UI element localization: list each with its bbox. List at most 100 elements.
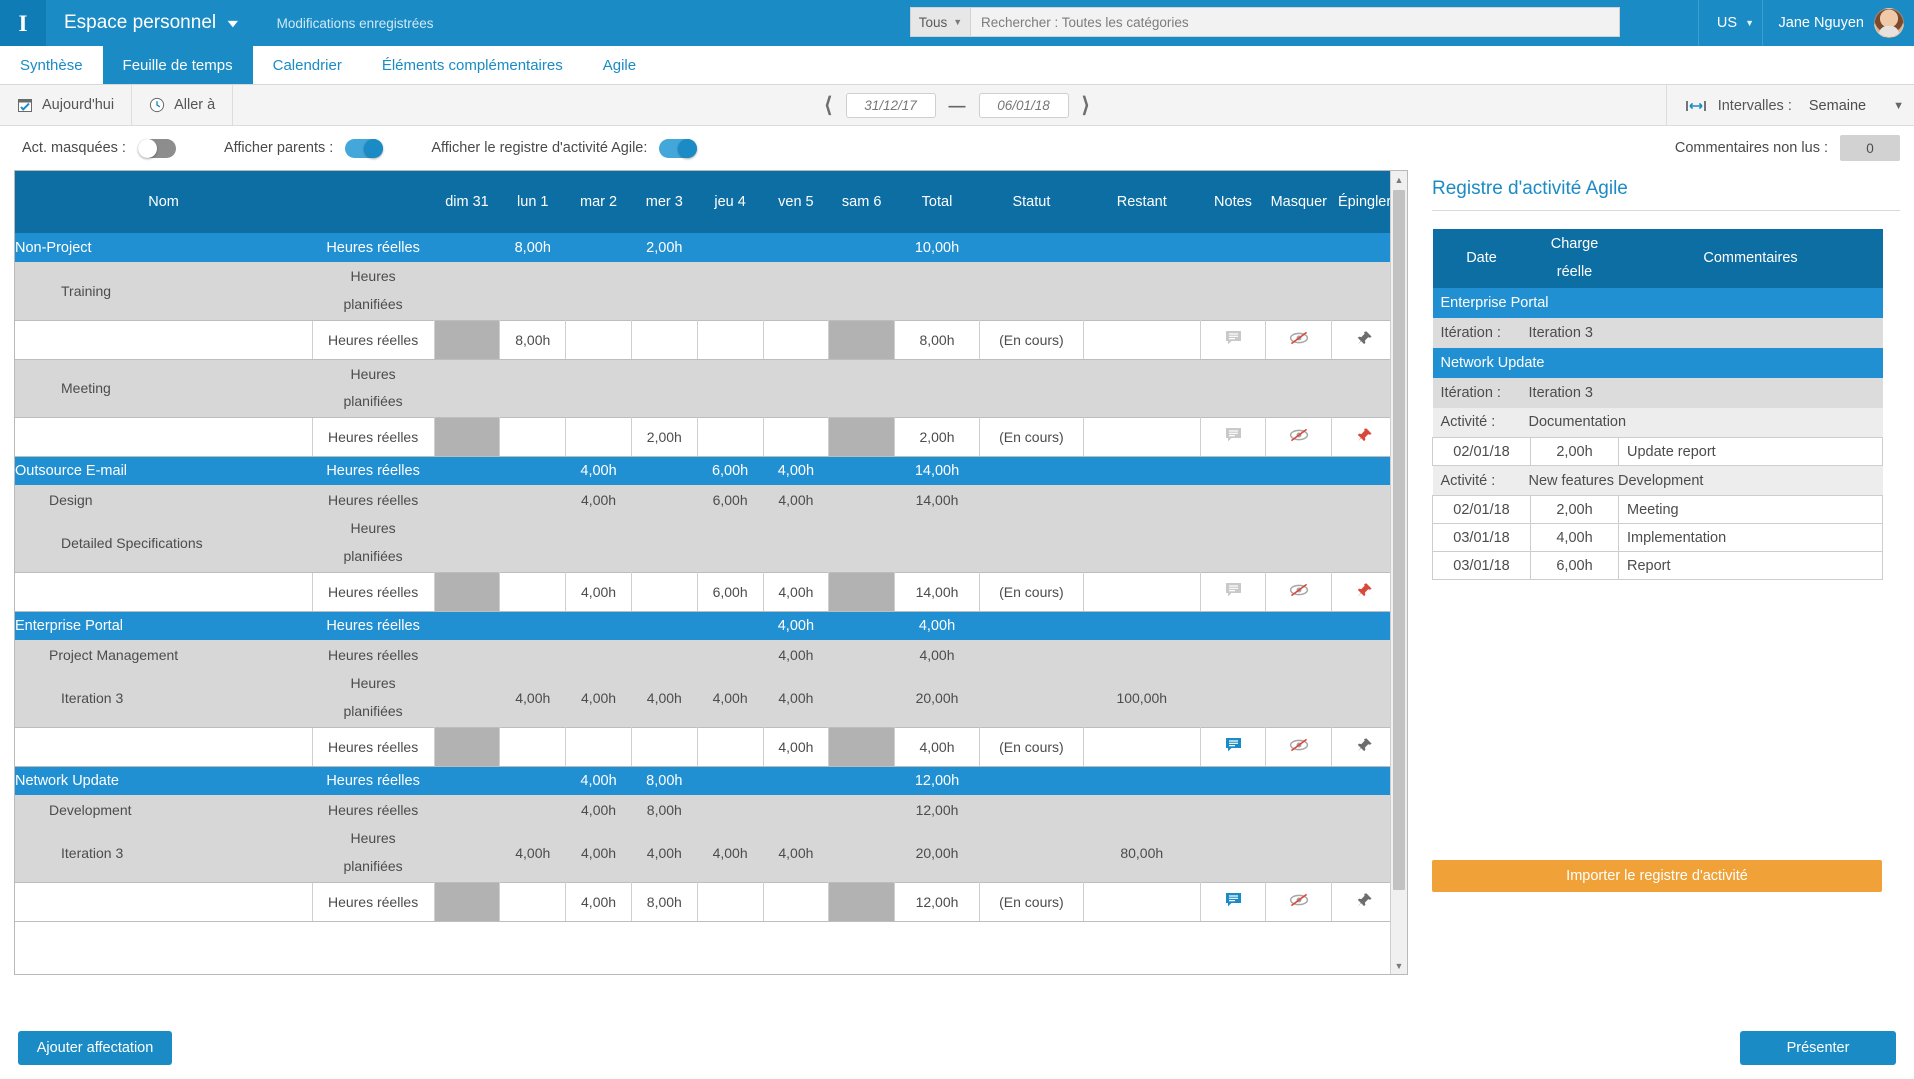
grid-vertical-scrollbar[interactable]: ▲ ▼ <box>1390 171 1407 974</box>
search-category-select[interactable]: Tous ▼ <box>910 7 970 37</box>
note-icon[interactable] <box>1225 430 1242 446</box>
remaining-cell[interactable] <box>1083 882 1200 921</box>
table-row[interactable]: Detailed SpecificationsHeuresplanifiées <box>15 514 1398 572</box>
day-cell[interactable] <box>631 727 697 766</box>
day-cell[interactable] <box>566 417 632 456</box>
agile-entry-row[interactable]: 02/01/182,00hMeeting <box>1433 496 1883 524</box>
note-icon[interactable] <box>1225 585 1242 601</box>
remaining-cell[interactable] <box>1083 417 1200 456</box>
tab-calendrier[interactable]: Calendrier <box>253 46 362 84</box>
pin-cell[interactable] <box>1332 320 1398 359</box>
pin-cell[interactable] <box>1332 727 1398 766</box>
today-button[interactable]: Aujourd'hui <box>0 85 132 125</box>
day-cell[interactable]: 8,00h <box>631 882 697 921</box>
submit-button[interactable]: Présenter <box>1740 1031 1896 1065</box>
pin-icon[interactable] <box>1356 586 1373 602</box>
day-cell[interactable] <box>829 882 895 921</box>
agile-entry-row[interactable]: 03/01/184,00hImplementation <box>1433 524 1883 552</box>
hide-cell[interactable] <box>1266 320 1332 359</box>
table-row[interactable]: Enterprise PortalHeures réelles4,00h4,00… <box>15 611 1398 640</box>
note-icon[interactable] <box>1225 333 1242 349</box>
table-row[interactable]: Heures réelles4,00h6,00h4,00h14,00h(En c… <box>15 572 1398 611</box>
date-to-field[interactable]: 06/01/18 <box>979 93 1069 118</box>
table-row[interactable]: Network UpdateHeures réelles4,00h8,00h12… <box>15 766 1398 795</box>
search-input[interactable] <box>970 7 1620 37</box>
table-row[interactable]: MeetingHeuresplanifiées <box>15 359 1398 417</box>
day-cell[interactable] <box>829 417 895 456</box>
day-cell[interactable] <box>500 417 566 456</box>
locale-selector[interactable]: US ▼ <box>1698 0 1754 46</box>
col-nom[interactable]: Nom <box>15 171 312 233</box>
day-cell[interactable] <box>631 320 697 359</box>
day-cell[interactable] <box>500 882 566 921</box>
day-cell[interactable]: 4,00h <box>763 572 829 611</box>
day-cell[interactable] <box>500 572 566 611</box>
table-row[interactable]: Outsource E-mailHeures réelles4,00h6,00h… <box>15 456 1398 485</box>
scroll-up-icon[interactable]: ▲ <box>1391 171 1407 188</box>
day-cell[interactable] <box>829 727 895 766</box>
day-cell[interactable] <box>763 417 829 456</box>
notes-cell[interactable] <box>1200 572 1266 611</box>
interval-selector[interactable]: Intervalles : Semaine ▼ <box>1666 85 1904 126</box>
pin-icon[interactable] <box>1356 741 1373 757</box>
table-row[interactable]: DesignHeures réelles4,00h6,00h4,00h14,00… <box>15 485 1398 514</box>
unread-comments-count[interactable]: 0 <box>1840 135 1900 161</box>
pin-icon[interactable] <box>1356 431 1373 447</box>
day-cell[interactable] <box>829 320 895 359</box>
pin-cell[interactable] <box>1332 572 1398 611</box>
show-parents-toggle[interactable] <box>345 139 383 158</box>
remaining-cell[interactable] <box>1083 572 1200 611</box>
agile-entry-row[interactable]: 03/01/186,00hReport <box>1433 552 1883 580</box>
day-cell[interactable]: 2,00h <box>631 417 697 456</box>
table-row[interactable]: Project ManagementHeures réelles4,00h4,0… <box>15 640 1398 669</box>
date-from-field[interactable]: 31/12/17 <box>846 93 936 118</box>
day-cell[interactable] <box>763 320 829 359</box>
day-cell[interactable] <box>829 572 895 611</box>
day-cell[interactable] <box>434 572 500 611</box>
remaining-cell[interactable] <box>1083 727 1200 766</box>
hide-cell[interactable] <box>1266 882 1332 921</box>
user-menu[interactable]: Jane Nguyen <box>1762 0 1904 46</box>
scrollbar-thumb[interactable] <box>1393 190 1405 890</box>
show-agile-log-toggle[interactable] <box>659 139 697 158</box>
table-row[interactable]: Heures réelles4,00h4,00h(En cours) <box>15 727 1398 766</box>
hide-cell[interactable] <box>1266 417 1332 456</box>
day-cell[interactable] <box>500 727 566 766</box>
day-cell[interactable] <box>434 417 500 456</box>
day-cell[interactable] <box>566 320 632 359</box>
notes-cell[interactable] <box>1200 320 1266 359</box>
agile-entry-row[interactable]: 02/01/182,00hUpdate report <box>1433 438 1883 466</box>
hidden-activities-toggle[interactable] <box>138 139 176 158</box>
day-cell[interactable]: 4,00h <box>763 727 829 766</box>
day-cell[interactable]: 8,00h <box>500 320 566 359</box>
table-row[interactable]: DevelopmentHeures réelles4,00h8,00h12,00… <box>15 795 1398 824</box>
eye-off-icon[interactable] <box>1288 740 1310 756</box>
notes-cell[interactable] <box>1200 727 1266 766</box>
table-row[interactable]: Iteration 3Heuresplanifiées4,00h4,00h4,0… <box>15 669 1398 727</box>
day-cell[interactable] <box>566 727 632 766</box>
notes-cell[interactable] <box>1200 882 1266 921</box>
eye-off-icon[interactable] <box>1288 585 1310 601</box>
pin-cell[interactable] <box>1332 417 1398 456</box>
note-icon[interactable] <box>1225 740 1242 756</box>
add-assignment-button[interactable]: Ajouter affectation <box>18 1031 172 1065</box>
table-row[interactable]: Heures réelles8,00h8,00h(En cours) <box>15 320 1398 359</box>
day-cell[interactable] <box>697 417 763 456</box>
day-cell[interactable] <box>434 882 500 921</box>
tab-agile[interactable]: Agile <box>583 46 656 84</box>
day-cell[interactable]: 4,00h <box>566 882 632 921</box>
pin-icon[interactable] <box>1356 334 1373 350</box>
note-icon[interactable] <box>1225 895 1242 911</box>
workspace-title[interactable]: Espace personnel <box>64 12 216 34</box>
prev-period-button[interactable]: ⟨ <box>824 95 832 116</box>
eye-off-icon[interactable] <box>1288 430 1310 446</box>
notes-cell[interactable] <box>1200 417 1266 456</box>
day-cell[interactable] <box>434 320 500 359</box>
table-row[interactable]: Non-ProjectHeures réelles8,00h2,00h10,00… <box>15 233 1398 262</box>
day-cell[interactable] <box>434 727 500 766</box>
day-cell[interactable] <box>631 572 697 611</box>
pin-icon[interactable] <box>1356 896 1373 912</box>
table-row[interactable]: Heures réelles2,00h2,00h(En cours) <box>15 417 1398 456</box>
eye-off-icon[interactable] <box>1288 895 1310 911</box>
day-cell[interactable]: 4,00h <box>566 572 632 611</box>
